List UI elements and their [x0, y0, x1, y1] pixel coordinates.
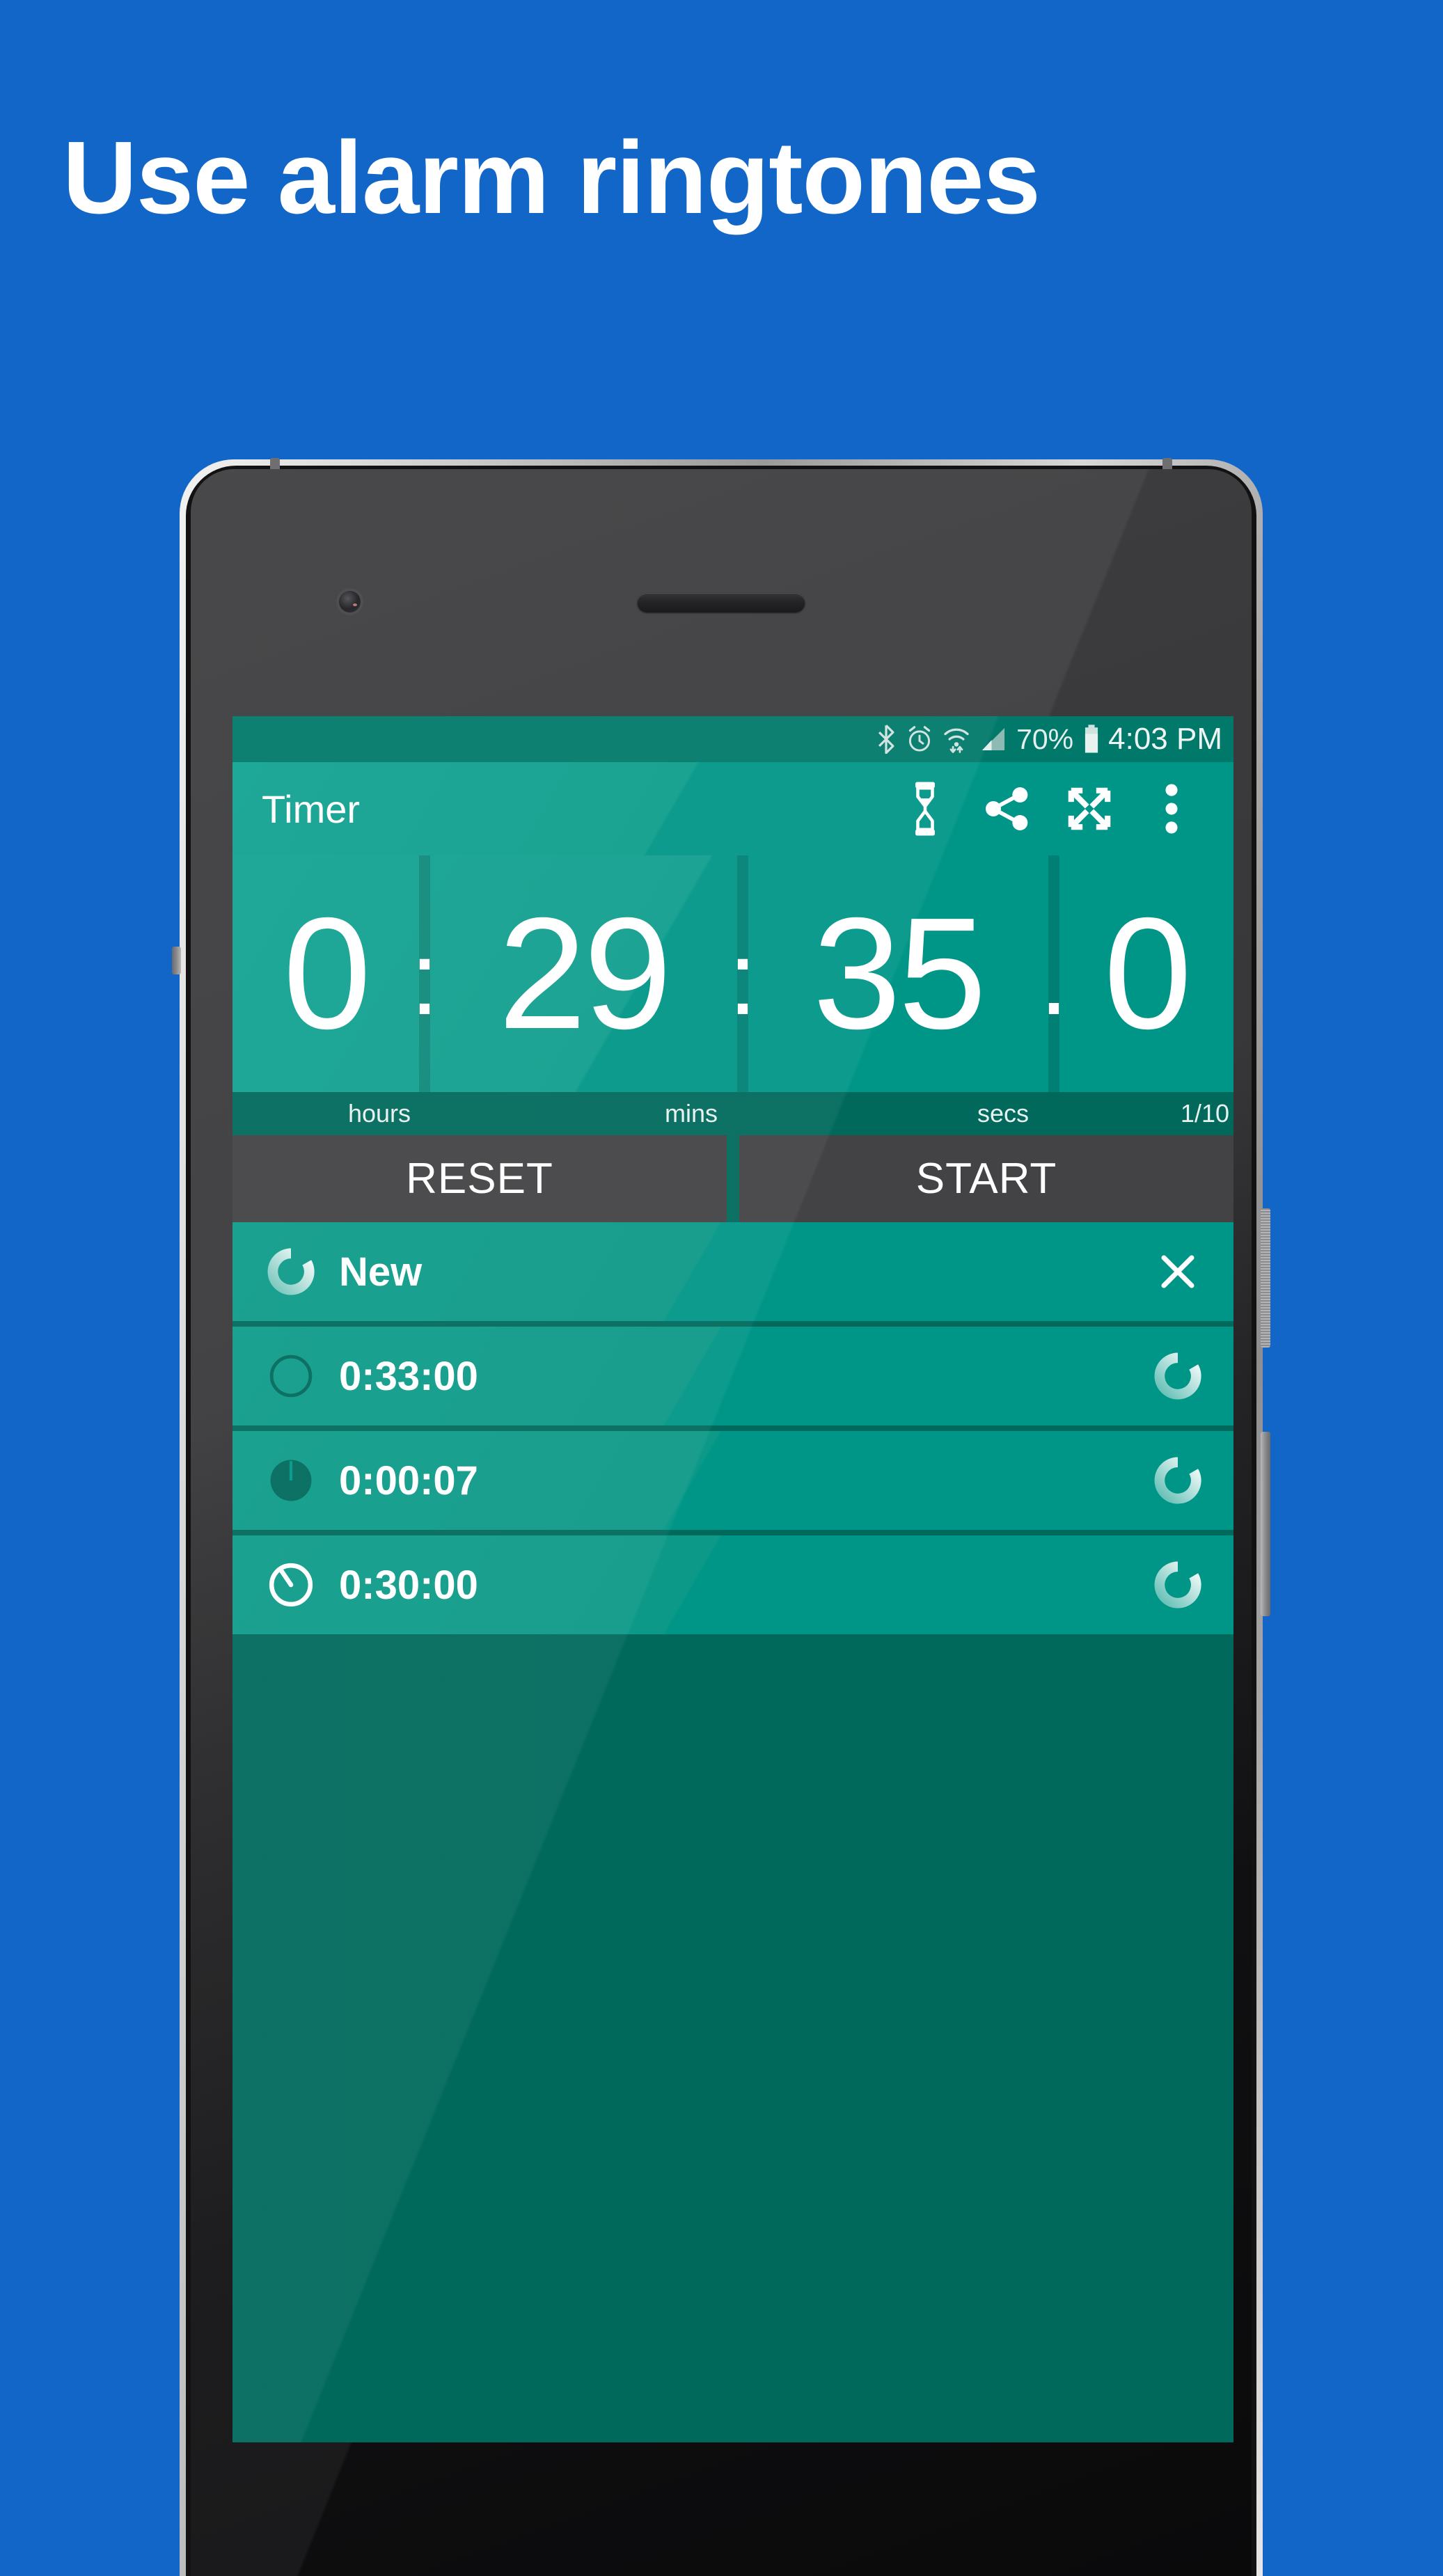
power-button[interactable] — [1261, 1208, 1270, 1348]
earpiece-speaker — [637, 593, 805, 613]
reset-button[interactable]: RESET — [232, 1135, 727, 1222]
timer-label-hours: hours — [347, 1099, 411, 1128]
app-bar-title: Timer — [262, 787, 361, 831]
alarm-icon — [906, 725, 933, 754]
fullscreen-icon[interactable] — [1048, 768, 1130, 850]
sim-tray — [172, 947, 181, 974]
timer-divider-1: : — [410, 855, 439, 1092]
list-item[interactable]: 0:00:07 — [232, 1431, 1233, 1535]
list-item[interactable]: 0:30:00 — [232, 1535, 1233, 1640]
timer-controls: RESET START — [232, 1135, 1233, 1222]
close-icon[interactable] — [1153, 1247, 1203, 1297]
battery-percent-label: 70% — [1016, 722, 1074, 755]
timer-hours-value: 0 — [283, 885, 372, 1062]
battery-icon — [1082, 724, 1101, 754]
overflow-menu-icon[interactable] — [1130, 768, 1213, 850]
timer-display: 0 : 29 : 35 . 0 hours mins secs 1/10 — [232, 855, 1233, 1135]
app-bar: Timer — [232, 762, 1233, 855]
timer-separator-1: : — [410, 919, 439, 1036]
timer-tenths-field[interactable]: 0 — [1059, 855, 1233, 1092]
bluetooth-icon — [876, 725, 897, 754]
progress-ring-icon — [266, 1247, 316, 1297]
timer-list-empty-area — [232, 1640, 1233, 2099]
timer-label-seconds: secs — [977, 1099, 1029, 1128]
timer-digit-row: 0 : 29 : 35 . 0 — [232, 855, 1233, 1092]
list-item-label: 0:00:07 — [339, 1457, 478, 1503]
phone-screen: 70% 4:03 PM Timer 0: 29: 35 . 0 hours … — [232, 716, 1233, 2442]
list-item[interactable]: New — [232, 1222, 1233, 1327]
list-item[interactable]: 0:33:00 — [232, 1327, 1233, 1431]
timer-hours-field[interactable]: 0 — [232, 855, 419, 1092]
hourglass-icon[interactable] — [884, 768, 966, 850]
share-icon[interactable] — [966, 768, 1048, 850]
start-button[interactable]: START — [739, 1135, 1233, 1222]
progress-ring-icon[interactable] — [1153, 1351, 1203, 1401]
progress-ring-icon[interactable] — [1153, 1455, 1203, 1506]
list-item-label: New — [339, 1249, 423, 1295]
cell-signal-icon — [979, 725, 1007, 754]
phone-bezel: 70% 4:03 PM Timer 0: 29: 35 . 0 hours … — [191, 469, 1252, 2576]
timer-divider-2: : — [728, 855, 757, 1092]
timer-ring-icon — [266, 1560, 316, 1610]
circle-outline-icon — [266, 1351, 316, 1401]
volume-rocker-button[interactable] — [1261, 1432, 1270, 1616]
timer-tenths-value: 0 — [1103, 885, 1192, 1062]
circle-filled-icon — [266, 1455, 316, 1506]
timer-seconds-field[interactable]: 35 — [748, 855, 1048, 1092]
progress-ring-icon[interactable] — [1153, 1560, 1203, 1610]
timer-separator-3: . — [1039, 919, 1069, 1036]
timer-divider-3: . — [1039, 855, 1069, 1092]
list-item-label: 0:30:00 — [339, 1562, 478, 1608]
wifi-icon — [943, 725, 970, 754]
timer-label-minutes: mins — [664, 1099, 718, 1128]
list-item-label: 0:33:00 — [339, 1353, 478, 1399]
phone-device-frame: 70% 4:03 PM Timer 0: 29: 35 . 0 hours … — [172, 458, 1270, 2576]
timer-minutes-field[interactable]: 29 — [430, 855, 737, 1092]
status-bar: 70% 4:03 PM — [232, 716, 1233, 762]
timer-separator-2: : — [728, 919, 757, 1036]
page-title: Use alarm ringtones — [63, 120, 1041, 235]
timer-seconds-value: 35 — [812, 885, 987, 1062]
clock-label: 4:03 PM — [1108, 722, 1222, 756]
timer-list: New 0:33:00 0:00:07 0:30:00 — [232, 1222, 1233, 2099]
timer-label-tenths: 1/10 — [1180, 1099, 1229, 1128]
timer-unit-labels: hours mins secs 1/10 — [232, 1092, 1233, 1135]
front-camera-icon — [339, 591, 361, 613]
timer-minutes-value: 29 — [498, 885, 672, 1062]
